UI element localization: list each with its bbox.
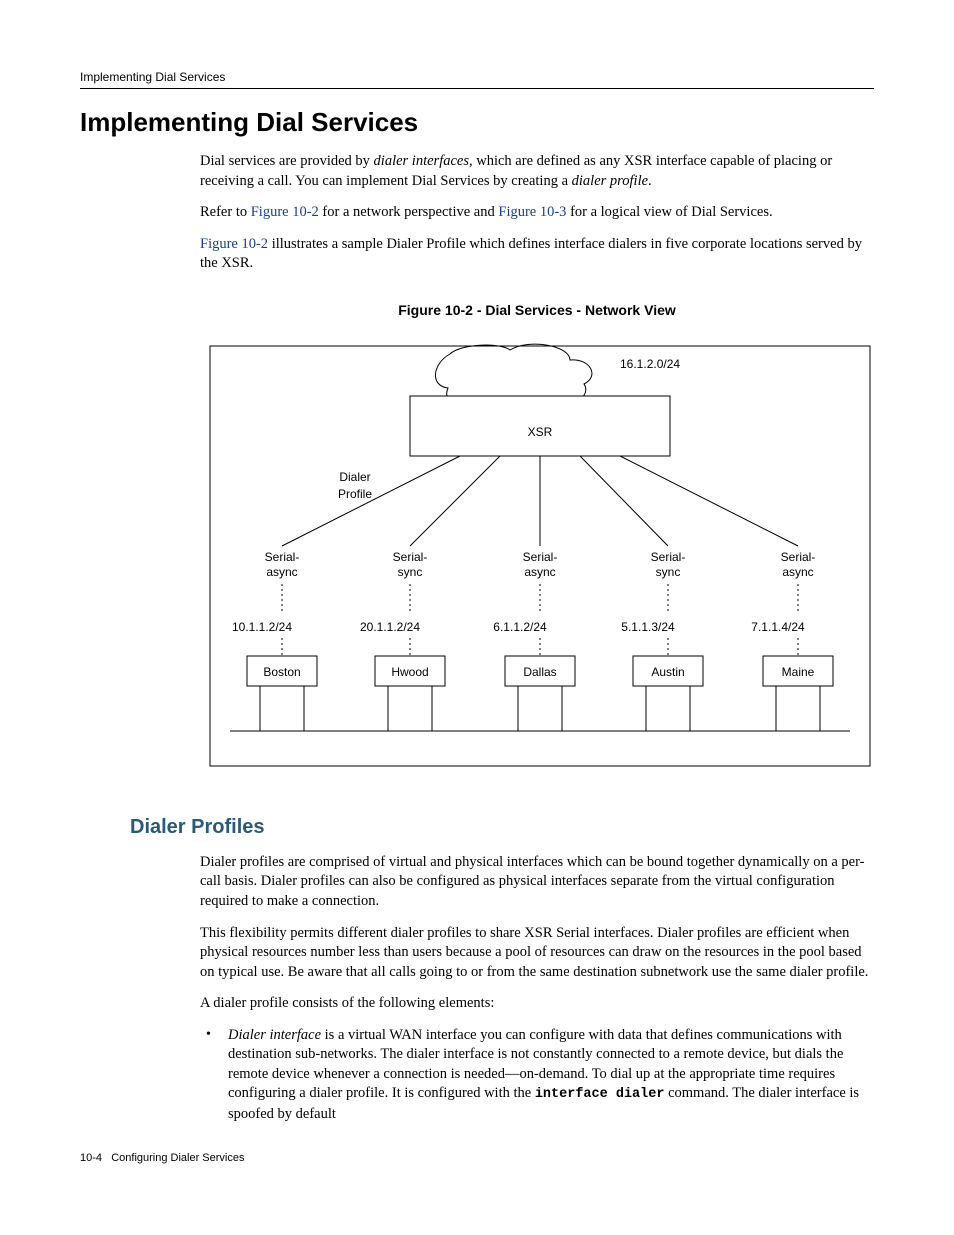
label-site: Maine <box>782 665 815 679</box>
xref-figure-10-3[interactable]: Figure 10-3 <box>498 204 566 220</box>
label-serial-type: sync <box>398 565 423 579</box>
label-ip: 20.1.1.2/24 <box>360 620 420 634</box>
text: Dial services are provided by <box>200 153 374 169</box>
intro-paragraph-1: Dial services are provided by dialer int… <box>200 152 874 191</box>
label-serial-type: Serial- <box>393 550 428 564</box>
term-dialer-interfaces: dialer interfaces <box>374 153 469 169</box>
intro-paragraph-2: Refer to Figure 10-2 for a network persp… <box>200 203 874 223</box>
bullet-dialer-interface: Dialer interface is a virtual WAN interf… <box>200 1026 874 1124</box>
text: . <box>648 173 652 189</box>
label-serial-type: Serial- <box>265 550 300 564</box>
label-serial-type: Serial- <box>651 550 686 564</box>
text: for a logical view of Dial Services. <box>566 204 772 220</box>
text: Refer to <box>200 204 251 220</box>
label-dialer-profile-2: Profile <box>338 487 372 501</box>
label-ip: 10.1.1.2/24 <box>232 620 292 634</box>
label-site: Hwood <box>391 665 428 679</box>
term-dialer-interface: Dialer interface <box>228 1027 321 1043</box>
page-number: 10-4 <box>80 1152 102 1164</box>
term-dialer-profile: dialer profile <box>572 173 648 189</box>
label-serial-type: Serial- <box>781 550 816 564</box>
figure-network-view: 16.1.2.0/24 XSR Dialer Profile Serial- a… <box>200 336 880 776</box>
label-dialer-profile-1: Dialer <box>339 470 370 484</box>
label-site: Austin <box>651 665 684 679</box>
dp-paragraph-3: A dialer profile consists of the followi… <box>200 994 874 1014</box>
intro-paragraph-3: Figure 10-2 illustrates a sample Dialer … <box>200 235 874 274</box>
xref-figure-10-2[interactable]: Figure 10-2 <box>251 204 319 220</box>
label-wan-ip: 16.1.2.0/24 <box>620 357 680 371</box>
label-device: XSR <box>528 425 553 439</box>
label-serial-type: async <box>266 565 297 579</box>
label-ip: 5.1.1.3/24 <box>621 620 675 634</box>
page-footer: 10-4 Configuring Dialer Services <box>80 1152 874 1164</box>
page-heading: Implementing Dial Services <box>80 107 874 138</box>
text: for a network perspective and <box>319 204 499 220</box>
dp-paragraph-1: Dialer profiles are comprised of virtual… <box>200 853 874 912</box>
figure-title: Figure 10-2 - Dial Services - Network Vi… <box>200 302 874 318</box>
command-interface-dialer: interface dialer <box>535 1087 665 1102</box>
text: illustrates a sample Dialer Profile whic… <box>200 236 862 272</box>
label-site: Dallas <box>523 665 556 679</box>
label-ip: 6.1.1.2/24 <box>493 620 547 634</box>
label-serial-type: async <box>524 565 555 579</box>
section-dialer-profiles: Dialer Profiles <box>130 816 874 839</box>
xref-figure-10-2[interactable]: Figure 10-2 <box>200 236 268 252</box>
footer-title: Configuring Dialer Services <box>111 1152 244 1164</box>
dp-paragraph-2: This flexibility permits different diale… <box>200 924 874 983</box>
label-ip: 7.1.1.4/24 <box>751 620 805 634</box>
label-site: Boston <box>263 665 300 679</box>
label-serial-type: async <box>782 565 813 579</box>
label-serial-type: sync <box>656 565 681 579</box>
label-serial-type: Serial- <box>523 550 558 564</box>
running-header: Implementing Dial Services <box>80 70 874 89</box>
